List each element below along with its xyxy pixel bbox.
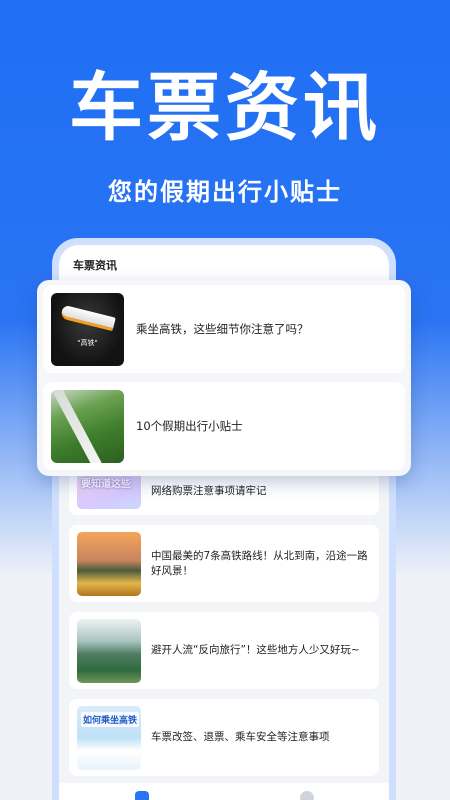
user-icon (299, 791, 314, 800)
thumbnail-caption: 如何乘坐高铁 (81, 711, 140, 727)
article-thumbnail: 如何乘坐高铁 (77, 705, 141, 770)
article-item[interactable]: 如何乘坐高铁 车票改签、退票、乘车安全等注意事项 (69, 699, 379, 776)
article-title: 乘坐高铁，这些细节你注意了吗？ (136, 322, 309, 336)
article-item[interactable]: 中国最美的7条高铁路线！从北到南，沿途一路好风景！ (69, 525, 379, 602)
featured-article-popup: "高铁" 乘坐高铁，这些细节你注意了吗？ 10个假期出行小贴士 (37, 280, 411, 476)
thumbnail-caption: "高铁" (77, 338, 98, 347)
article-title: 10个假期出行小贴士 (136, 419, 243, 433)
article-title: 中国最美的7条高铁路线！从北到南，沿途一路好风景！ (151, 549, 368, 577)
tab-home[interactable]: 首页 (59, 783, 224, 800)
featured-article-item[interactable]: 10个假期出行小贴士 (43, 382, 405, 470)
article-thumbnail: "高铁" (51, 292, 124, 366)
app-header-title: 车票资讯 (59, 245, 389, 285)
article-thumbnail (77, 618, 141, 683)
article-title: 车票改签、退票、乘车安全等注意事项 (151, 731, 330, 743)
tab-me[interactable]: 我的 (224, 783, 389, 800)
article-item[interactable]: 避开人流“反向旅行”！这些地方人少又好玩~ (69, 612, 379, 689)
hero-title: 车票资讯 (69, 65, 381, 151)
article-title: 网络购票注意事项请牢记 (151, 484, 267, 497)
article-thumbnail: 要知道这些 (77, 473, 141, 509)
article-thumbnail (77, 531, 141, 596)
train-on-field-image (52, 389, 104, 463)
bottom-tab-bar: 首页 我的 (59, 783, 389, 800)
article-list: 要知道这些 网络购票注意事项请牢记 中国最美的7条高铁路线！从北到南，沿途一路好… (69, 467, 379, 786)
hero-subtitle: 您的假期出行小贴士 (108, 178, 342, 206)
high-speed-train-image (60, 304, 116, 331)
home-icon (134, 791, 149, 800)
thumbnail-caption: 要知道这些 (81, 479, 131, 490)
article-thumbnail (51, 389, 124, 463)
article-title: 避开人流“反向旅行”！这些地方人少又好玩~ (151, 644, 360, 656)
featured-article-item[interactable]: "高铁" 乘坐高铁，这些细节你注意了吗？ (43, 285, 405, 373)
